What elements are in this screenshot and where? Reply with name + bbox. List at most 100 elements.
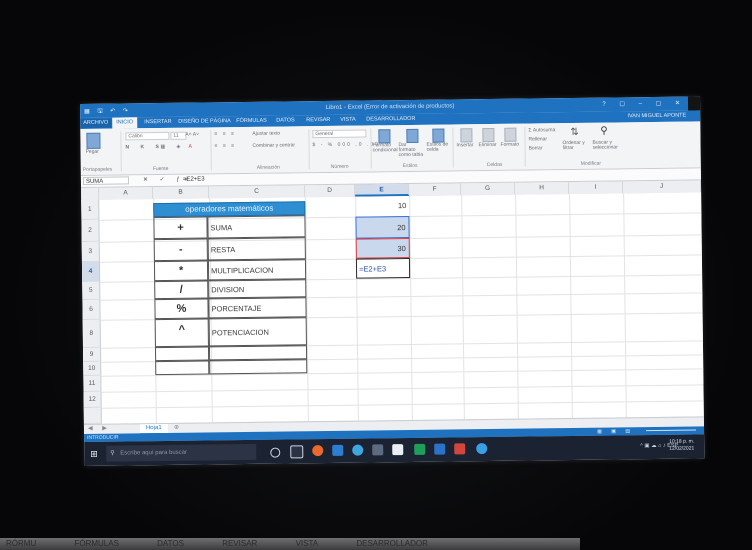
format-table-button[interactable]: Dar formato como tabla (398, 142, 425, 158)
fill-button[interactable]: Rellenar (528, 136, 547, 142)
clear-button[interactable]: Borrar (529, 145, 543, 151)
edge-icon[interactable] (332, 444, 344, 456)
operator-name-porcentaje[interactable]: PORCENTAJE (208, 297, 307, 319)
powerpoint-icon[interactable] (454, 443, 466, 455)
delete-cells-button[interactable]: Eliminar (478, 142, 496, 148)
col-header-b[interactable]: B (153, 186, 210, 200)
find-select-button[interactable]: Buscar y seleccionar (592, 140, 620, 151)
name-box[interactable]: SUMA (82, 176, 129, 185)
sort-filter-button[interactable]: Ordenar y filtrar (562, 140, 588, 151)
paste-icon[interactable] (86, 132, 101, 149)
row-header-1[interactable]: 1 (81, 199, 100, 220)
store-icon[interactable] (392, 444, 404, 456)
col-header-f[interactable]: F (409, 183, 462, 196)
row-header-6[interactable]: 6 (82, 299, 101, 320)
cell-e3[interactable]: 30 (355, 237, 410, 259)
binoculars-icon[interactable]: ⚲ (600, 126, 607, 137)
row-header-5[interactable]: 5 (82, 281, 101, 300)
taskbar-search[interactable]: ⚲ Escribe aquí para buscar (106, 443, 257, 462)
browser-icon[interactable] (352, 444, 364, 456)
delete-cells-icon[interactable] (482, 127, 495, 143)
number-format-select[interactable]: General (312, 129, 367, 139)
mail-icon[interactable] (372, 444, 384, 456)
col-header-g[interactable]: G (460, 182, 516, 196)
cell-e1[interactable]: 10 (355, 196, 409, 217)
grow-font-icon[interactable]: A˄ A˅ (185, 132, 199, 138)
sort-filter-icon[interactable]: ⇅ (570, 127, 579, 138)
row-header-9[interactable]: 9 (82, 347, 102, 362)
font-size-select[interactable]: 11 (170, 131, 187, 140)
cell-styles-button[interactable]: Estilos de celda (426, 142, 448, 153)
tab-archivo[interactable]: ARCHIVO (80, 118, 112, 128)
row-header-4[interactable]: 4 (81, 261, 101, 282)
conditional-format-icon[interactable] (378, 129, 391, 144)
row-header-12[interactable]: 12 (83, 391, 102, 408)
operator-symbol-suma[interactable]: + (153, 216, 208, 240)
row-header-11[interactable]: 11 (83, 375, 102, 392)
table-empty-cell[interactable] (208, 345, 308, 361)
conditional-format-button[interactable]: Formato condicional (372, 142, 397, 153)
user-name[interactable]: IVAN MIGUEL APONTE (627, 113, 686, 120)
sheet-nav-arrows[interactable]: ◀ ▶ (88, 425, 111, 434)
col-header-e[interactable]: E (355, 183, 410, 197)
operator-name-potenciacion[interactable]: POTENCIACION (208, 317, 307, 347)
firefox-icon[interactable] (312, 445, 324, 457)
wrap-text-button[interactable]: Ajustar texto (252, 131, 280, 137)
chrome-icon[interactable] (476, 443, 488, 455)
operator-name-division[interactable]: DIVISION (208, 279, 307, 299)
tab-formulas[interactable]: FÓRMULAS (236, 118, 267, 124)
paste-button[interactable]: Pegar (86, 149, 99, 155)
window-controls[interactable]: ? ▢ – ▢ ✕ (602, 100, 686, 108)
word-icon[interactable] (434, 443, 446, 455)
bold-italic-underline[interactable]: N K S (125, 144, 163, 150)
operator-symbol-porcentaje[interactable]: % (154, 298, 209, 320)
format-cells-button[interactable]: Formato (500, 142, 519, 148)
tab-revisar[interactable]: REVISAR (306, 117, 330, 123)
cell-e4-active[interactable]: =E2+E3 (355, 257, 411, 279)
col-header-d[interactable]: D (305, 184, 356, 198)
tab-insertar[interactable]: INSERTAR (144, 119, 171, 125)
col-header-h[interactable]: H (514, 182, 570, 195)
tab-desarrollador[interactable]: DESARROLLADOR (366, 116, 415, 123)
operator-name-suma[interactable]: SUMA (207, 215, 306, 239)
autosum-button[interactable]: Σ Autosuma (528, 127, 555, 133)
add-sheet-icon[interactable]: ⊕ (174, 424, 179, 433)
fill-color-icon[interactable]: ◈ (176, 144, 180, 150)
align-top-icons[interactable]: ≡ ≡ ≡ (214, 131, 236, 137)
operator-symbol-multiplicacion[interactable]: * (153, 260, 209, 282)
col-header-a[interactable]: A (99, 187, 154, 200)
insert-cells-icon[interactable] (460, 128, 473, 143)
table-empty-cell[interactable] (155, 360, 210, 376)
format-table-icon[interactable] (406, 128, 419, 144)
tab-inicio[interactable]: INICIO (112, 117, 138, 129)
cell-grid[interactable]: 1 2 3 4 5 6 8 9 10 11 12 operadores mate… (81, 192, 705, 424)
row-header-8[interactable]: 8 (82, 319, 101, 348)
tab-datos[interactable]: DATOS (276, 117, 295, 123)
font-name-select[interactable]: Calibri (125, 131, 170, 141)
operator-name-resta[interactable]: RESTA (207, 237, 306, 261)
windows-start-icon[interactable]: ⊞ (90, 449, 98, 460)
operator-symbol-resta[interactable]: - (153, 238, 208, 262)
operator-symbol-division[interactable]: / (154, 280, 209, 300)
view-buttons[interactable]: ▦ ▣ ▤ (597, 428, 634, 434)
table-empty-cell[interactable] (209, 359, 308, 375)
align-left-icons[interactable]: ≡ ≡ ≡ (214, 143, 236, 149)
tab-diseno[interactable]: DISEÑO DE PÁGINA (178, 118, 231, 125)
taskbar-clock[interactable]: 10:18 p. m. 12/02/2021 (669, 439, 694, 453)
operator-symbol-potenciacion[interactable]: ^ (154, 318, 209, 348)
row-header-2[interactable]: 2 (81, 219, 100, 242)
cortana-icon[interactable] (270, 447, 281, 458)
select-all-corner[interactable] (81, 187, 100, 200)
borders-icon[interactable]: ▦ (160, 144, 165, 150)
excel-taskbar-icon[interactable] (414, 443, 426, 455)
col-header-i[interactable]: I (568, 181, 624, 195)
tab-vista[interactable]: VISTA (340, 117, 356, 123)
task-view-icon[interactable] (290, 445, 304, 459)
col-header-j[interactable]: J (622, 180, 702, 194)
font-color-icon[interactable]: A (188, 144, 191, 150)
operator-name-multiplicacion[interactable]: MULTIPLICACION (207, 259, 307, 281)
merge-center-button[interactable]: Combinar y centrar (252, 142, 295, 149)
insert-cells-button[interactable]: Insertar (456, 142, 473, 148)
row-header-10[interactable]: 10 (83, 361, 102, 376)
row-header-3[interactable]: 3 (81, 241, 100, 262)
